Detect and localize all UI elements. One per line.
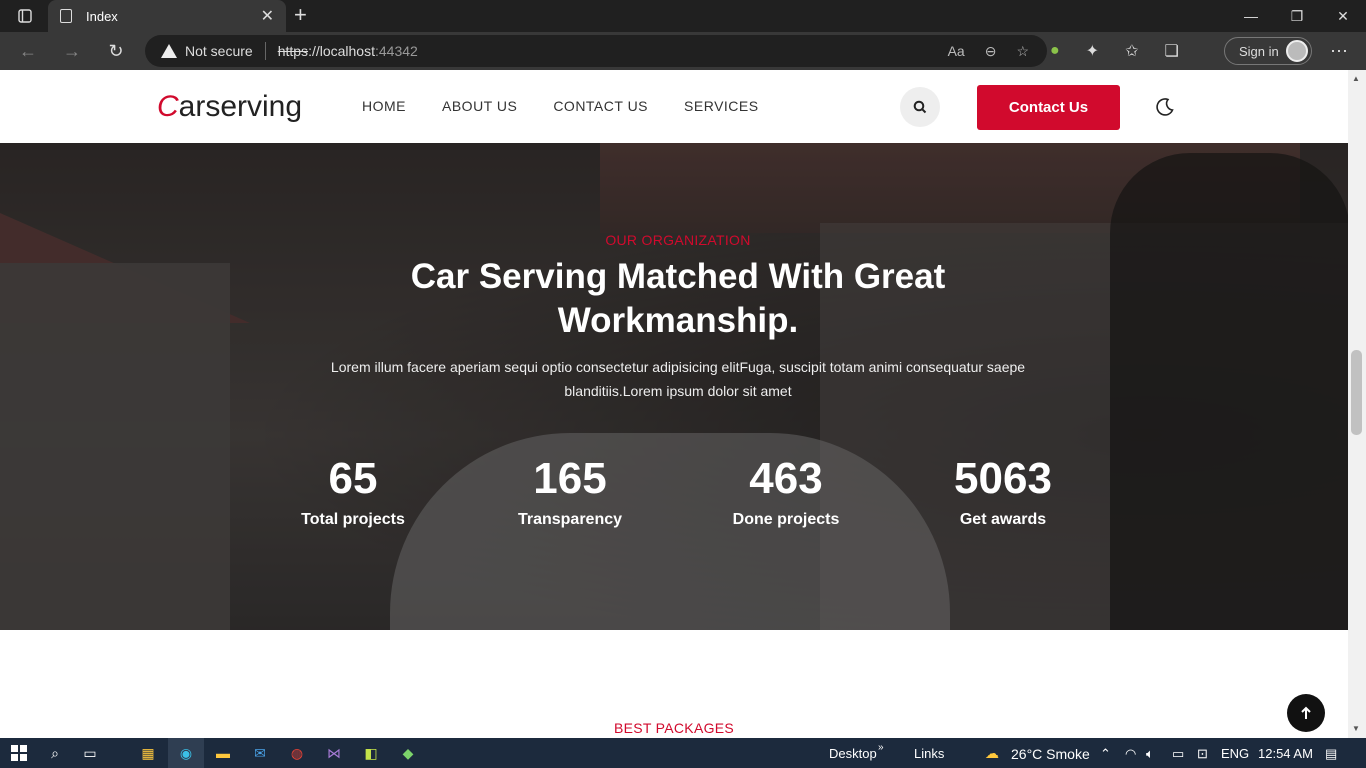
notifications-icon[interactable]: ▤ [1325,746,1337,762]
stat-transparency: 165 Transparency [480,453,660,529]
back-to-top-button[interactable] [1287,694,1325,732]
taskbar: ⌕ ▭ ▦ ◉ ▬ ✉ ◍ ⋈ ◧ ◆ Desktop » Links ☁ 26… [0,738,1366,768]
stat-value: 165 [533,454,607,503]
page-icon [60,9,72,23]
back-icon[interactable]: ← [6,32,50,70]
search-icon [913,100,927,114]
weather-icon[interactable]: ☁ [982,743,1002,763]
url-host: ://localhost [308,43,375,59]
warning-icon [161,44,177,58]
logo-text: arserving [178,90,303,123]
dev-tool-icon[interactable]: ◧ [361,743,381,763]
window-controls: — ❐ ✕ [1228,0,1366,32]
stat-label: Get awards [959,511,1047,528]
packages-kicker: BEST PACKAGES [613,720,735,736]
search-button[interactable] [900,87,940,127]
minimize-icon[interactable]: — [1228,0,1274,32]
favorites-icon[interactable]: ✩ [1125,41,1138,61]
forward-icon[interactable]: → [50,32,94,70]
file-explorer-icon[interactable]: ▬ [213,743,233,763]
site-header: Carserving HOME ABOUT US CONTACT US SERV… [0,70,1348,143]
restore-icon[interactable]: ❐ [1274,0,1320,32]
menu-item-about[interactable]: ABOUT US [442,98,517,114]
hero-content: OUR ORGANIZATION Car Serving Matched Wit… [0,143,1348,630]
chevron-up-icon[interactable]: ⌃ [1100,746,1111,762]
hero-description: Lorem illum facere aperiam sequi optio c… [330,359,1026,399]
mail-icon[interactable]: ✉ [250,743,270,763]
avatar [1286,40,1308,62]
url-scheme: https [277,43,309,59]
zoom-out-icon[interactable]: ⊖ [985,43,997,60]
tab-actions-icon[interactable] [0,0,50,32]
tab-title: Index [86,8,118,24]
stat-value: 65 [328,454,378,503]
page-scrollbar[interactable]: ▲ ▼ [1348,70,1366,738]
edge-icon[interactable]: ◉ [176,743,196,763]
stat-label: Total projects [301,511,405,528]
add-favorite-icon[interactable]: ☆ [1016,43,1029,60]
signin-label: Sign in [1239,43,1279,59]
url-field[interactable]: Not secure https://localhost:44342 Aa ⊖ … [145,35,1047,67]
scrollbar-thumb[interactable] [1351,350,1362,435]
menu-item-services[interactable]: SERVICES [684,98,759,114]
menu-item-contact[interactable]: CONTACT US [553,98,648,114]
battery-icon[interactable]: ▭ [1172,746,1184,762]
logo-initial: C [157,90,179,123]
desktop-toolbar-label[interactable]: Desktop [829,746,877,761]
weather-text[interactable]: 26°C Smoke [1011,746,1090,762]
stat-done-projects: 463 Done projects [696,453,876,529]
contact-us-button[interactable]: Contact Us [977,85,1120,130]
security-label[interactable]: Not secure [185,43,253,59]
browser-toolbar: ● ✦ ✩ ❏ [1050,32,1179,70]
read-aloud-icon[interactable]: Aa [948,43,965,59]
task-view-icon[interactable]: ▭ [80,743,100,763]
scroll-down-icon[interactable]: ▼ [1352,724,1360,733]
chrome-icon[interactable]: ◍ [287,743,307,763]
site-logo[interactable]: Carserving [157,90,302,124]
network-icon[interactable]: ⊡ [1197,746,1208,762]
language-indicator[interactable]: ENG [1221,746,1249,761]
more-menu-icon[interactable]: ⋯ [1330,32,1348,70]
menu-item-home[interactable]: HOME [362,98,406,114]
scroll-up-icon[interactable]: ▲ [1352,74,1360,83]
wifi-icon[interactable]: ◠ [1125,746,1136,762]
stat-value: 5063 [954,454,1052,503]
visual-studio-icon[interactable]: ⋈ [324,743,344,763]
stat-total-projects: 65 Total projects [263,453,443,529]
store-icon[interactable]: ▦ [138,743,158,763]
extensions-icon[interactable]: ✦ [1086,41,1099,61]
address-bar-row: ← → ↻ Not secure https://localhost:44342… [0,32,1366,70]
clock[interactable]: 12:54 AM [1258,746,1313,761]
close-window-icon[interactable]: ✕ [1320,0,1366,32]
chevron-right-icon[interactable]: » [878,742,884,753]
stat-value: 463 [749,454,823,503]
dark-mode-moon-icon[interactable] [1155,97,1175,117]
git-icon[interactable]: ◆ [398,743,418,763]
stat-awards: 5063 Get awards [913,453,1093,529]
windows-start-icon[interactable] [9,743,29,763]
hero-kicker: OUR ORGANIZATION [605,232,751,248]
url-port: :44342 [375,43,418,59]
main-menu: HOME ABOUT US CONTACT US SERVICES [362,98,759,114]
collections-icon[interactable]: ❏ [1164,41,1178,61]
refresh-icon[interactable]: ↻ [94,32,138,70]
arrow-up-icon [1301,706,1311,719]
search-icon[interactable]: ⌕ [45,743,65,763]
links-toolbar-label[interactable]: Links [914,746,944,761]
new-tab-button[interactable]: + [294,4,307,26]
stat-label: Transparency [517,511,623,528]
volume-icon[interactable]: 🔈︎ [1146,746,1154,762]
omnibox-icons: Aa ⊖ ☆ [948,35,1029,67]
page-viewport: Carserving HOME ABOUT US CONTACT US SERV… [0,70,1348,738]
hero-headline: Car Serving Matched With Great Workmansh… [410,257,946,340]
stat-label: Done projects [732,511,840,528]
browser-tab[interactable]: Index ✕ [48,0,286,32]
extension-bulb-icon[interactable]: ● [1050,42,1060,60]
divider [264,42,266,60]
browser-tab-strip: Index ✕ + — ❐ ✕ [0,0,1366,32]
hero-section: OUR ORGANIZATION Car Serving Matched Wit… [0,143,1348,630]
close-tab-icon[interactable]: ✕ [261,6,274,26]
signin-button[interactable]: Sign in [1224,37,1312,65]
